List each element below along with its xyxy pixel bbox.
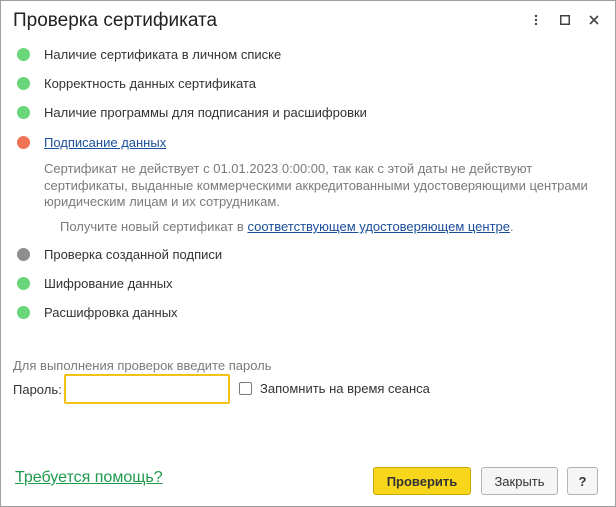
hint-suffix: . (510, 219, 514, 234)
data-signing-link[interactable]: Подписание данных (44, 135, 166, 150)
check-item-certificate-data: Корректность данных сертификата (17, 73, 256, 93)
check-label: Шифрование данных (44, 275, 173, 291)
check-label: Проверка созданной подписи (44, 246, 223, 262)
maximize-button[interactable] (552, 7, 578, 33)
help-button[interactable]: ? (567, 467, 598, 495)
close-button[interactable]: Закрыть (481, 467, 558, 495)
check-label: Корректность данных сертификата (44, 75, 256, 91)
password-input[interactable] (64, 374, 230, 404)
checkbox-box[interactable] (239, 382, 252, 395)
status-ok-icon (17, 76, 30, 90)
check-button[interactable]: Проверить (373, 467, 471, 495)
password-caption: Для выполнения проверок введите пароль (13, 358, 272, 373)
check-label: Расшифровка данных (44, 304, 178, 320)
check-item-decryption: Расшифровка данных (17, 302, 178, 322)
check-item-signature-verification: Проверка созданной подписи (17, 244, 222, 264)
signing-error-message: Сертификат не действует с 01.01.2023 0:0… (44, 161, 588, 209)
status-ok-icon (17, 276, 30, 290)
certificate-check-dialog: Проверка сертификата Наличие сертификата… (0, 0, 616, 507)
status-ok-icon (17, 47, 30, 61)
check-label: Наличие программы для подписания и расши… (44, 104, 367, 120)
check-item-data-signing: Подписание данных (17, 132, 166, 152)
check-label: Наличие сертификата в личном списке (44, 46, 282, 62)
close-window-button[interactable] (581, 7, 607, 33)
close-icon (589, 15, 599, 25)
help-link[interactable]: Требуется помощь? (15, 469, 163, 487)
status-ok-icon (17, 105, 30, 119)
status-not-checked-icon (17, 247, 30, 261)
remember-session-label: Запомнить на время сеанса (260, 381, 430, 396)
status-error-icon (17, 135, 30, 149)
remember-session-checkbox[interactable]: Запомнить на время сеанса (239, 381, 430, 396)
more-vertical-icon (534, 14, 538, 26)
certification-center-link[interactable]: соответствующем удостоверяющем центре (247, 219, 510, 234)
maximize-icon (560, 15, 570, 25)
hint-text: Получите новый сертификат в (60, 219, 248, 234)
check-item-certificate-in-list: Наличие сертификата в личном списке (17, 44, 281, 64)
dialog-title: Проверка сертификата (13, 10, 218, 31)
check-item-signing-program: Наличие программы для подписания и расши… (17, 102, 367, 122)
certificate-hint: Получите новый сертификат в соответствую… (60, 219, 514, 234)
check-item-encryption: Шифрование данных (17, 273, 173, 293)
password-label: Пароль: (13, 382, 62, 397)
more-menu-button[interactable] (523, 7, 549, 33)
status-ok-icon (17, 305, 30, 319)
